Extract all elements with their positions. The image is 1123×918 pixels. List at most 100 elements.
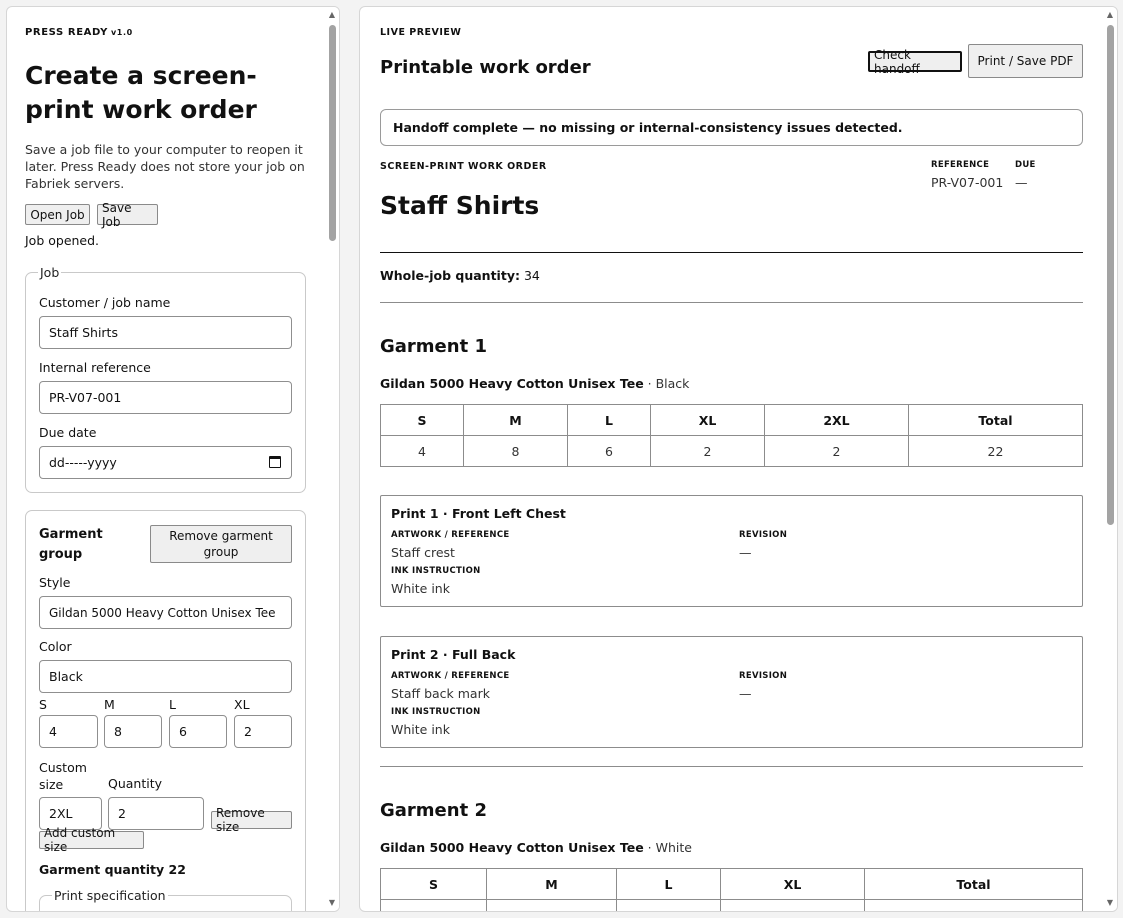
color-label: Color <box>39 639 72 654</box>
reference-meta-label: REFERENCE <box>931 160 990 170</box>
revision-label: REVISION <box>739 530 788 540</box>
custom-quantity-label: Quantity <box>108 776 163 791</box>
quantity-label: Whole-job quantity: <box>380 268 520 283</box>
open-job-button[interactable]: Open Job <box>25 204 90 225</box>
garment-1-size-table: S M L XL 2XL Total 4 8 6 2 2 22 <box>380 404 1083 467</box>
ink-label: INK INSTRUCTION <box>391 566 481 576</box>
preview-heading: Printable work order <box>380 57 591 78</box>
garment-2-size-table: S M L XL Total <box>380 868 1083 911</box>
table-cell: 2 <box>764 435 909 467</box>
table-row: 4 8 6 2 2 22 <box>380 435 1083 467</box>
garment-2-heading: Garment 2 <box>380 800 487 821</box>
print-card: Print 2 · Full Back ARTWORK / REFERENCE … <box>380 636 1083 748</box>
reference-input[interactable]: PR-V07-001 <box>39 381 292 414</box>
app-version: v1.0 <box>110 28 133 37</box>
scroll-down-icon[interactable]: ▼ <box>327 898 337 908</box>
size-s-input[interactable]: 4 <box>39 715 98 748</box>
table-cell <box>616 899 721 911</box>
due-date-input[interactable]: dd-----yyyy <box>39 446 292 479</box>
check-handoff-button[interactable]: Check handoff <box>868 48 962 76</box>
artwork-value: Staff back mark <box>391 686 490 701</box>
revision-label: REVISION <box>739 671 788 681</box>
table-cell <box>486 899 617 911</box>
right-scrollbar[interactable]: ▲ ▼ <box>1103 7 1117 911</box>
reference-label: Internal reference <box>39 360 151 375</box>
title-divider <box>380 252 1083 253</box>
table-cell <box>380 899 487 911</box>
scroll-up-icon[interactable]: ▲ <box>1105 10 1115 20</box>
garment-divider <box>380 766 1083 767</box>
size-m-input[interactable]: 8 <box>104 715 162 748</box>
quantity-value: 34 <box>523 268 540 283</box>
reference-meta-value: PR-V07-001 <box>931 175 1004 190</box>
due-meta-label: DUE <box>1015 160 1036 170</box>
garment-1-style-name: Gildan 5000 Heavy Cotton Unisex Tee <box>380 376 644 391</box>
page-title: Create a screen-print work order <box>25 61 257 124</box>
table-header-cell: S <box>380 404 464 436</box>
artwork-label: ARTWORK / REFERENCE <box>391 530 510 540</box>
table-header-cell: Total <box>908 404 1083 436</box>
due-date-placeholder: dd-----yyyy <box>49 455 117 470</box>
ink-value: White ink <box>391 722 450 737</box>
table-cell: 22 <box>908 435 1083 467</box>
scroll-up-icon[interactable]: ▲ <box>327 10 337 20</box>
table-cell <box>720 899 865 911</box>
work-order-title: Staff Shirts <box>380 191 540 220</box>
table-cell: 2 <box>650 435 765 467</box>
print-spec-legend: Print specification <box>54 888 166 903</box>
ink-label: INK INSTRUCTION <box>391 707 481 717</box>
table-cell: 4 <box>380 435 464 467</box>
scroll-down-icon[interactable]: ▼ <box>1105 898 1115 908</box>
add-custom-size-button[interactable]: Add custom size <box>39 826 144 854</box>
whole-job-quantity: Whole-job quantity: 34 <box>380 268 540 283</box>
artwork-label: ARTWORK / REFERENCE <box>391 671 510 681</box>
app-name: PRESS READY v1.0 <box>25 27 133 38</box>
remove-size-button[interactable]: Remove size <box>211 806 292 834</box>
table-header-cell: Total <box>864 868 1083 900</box>
scrollbar-thumb[interactable] <box>1107 25 1114 525</box>
job-section-legend: Job <box>40 265 60 280</box>
garment-2-style-name: Gildan 5000 Heavy Cotton Unisex Tee <box>380 840 644 855</box>
table-header-cell: 2XL <box>764 404 909 436</box>
garment-group-title: Garment group <box>39 527 103 562</box>
color-input[interactable]: Black <box>39 660 292 693</box>
print-title: Print 2 · Full Back <box>391 647 516 662</box>
print-save-pdf-button[interactable]: Print / Save PDF <box>968 44 1083 78</box>
garment-1-heading: Garment 1 <box>380 336 487 357</box>
page-description: Save a job file to your computer to reop… <box>25 142 305 191</box>
size-m-label: M <box>104 697 115 712</box>
artwork-value: Staff crest <box>391 545 455 560</box>
table-header-row: S M L XL Total <box>380 868 1083 900</box>
save-job-button[interactable]: Save Job <box>97 201 158 229</box>
size-s-label: S <box>39 697 47 712</box>
garment-quantity-total: Garment quantity 22 <box>39 862 186 877</box>
preview-panel[interactable]: LIVE PREVIEW Printable work order Check … <box>359 6 1118 912</box>
table-header-cell: M <box>486 868 617 900</box>
due-date-label: Due date <box>39 425 97 440</box>
left-scrollbar[interactable]: ▲ ▼ <box>325 7 339 911</box>
custom-size-label: Custom size <box>39 760 87 792</box>
ink-value: White ink <box>391 581 450 596</box>
size-l-label: L <box>169 697 176 712</box>
editor-panel[interactable]: PRESS READY v1.0 Create a screen-print wo… <box>6 6 340 912</box>
table-header-row: S M L XL 2XL Total <box>380 404 1083 436</box>
table-header-cell: XL <box>650 404 765 436</box>
print-card: Print 1 · Front Left Chest ARTWORK / REF… <box>380 495 1083 607</box>
size-xl-input[interactable]: 2 <box>234 715 292 748</box>
style-label: Style <box>39 575 71 590</box>
job-status-message: Job opened. <box>25 233 100 248</box>
calendar-icon[interactable] <box>269 456 281 468</box>
size-l-input[interactable]: 6 <box>169 715 227 748</box>
revision-value: — <box>739 686 752 701</box>
table-header-cell: S <box>380 868 487 900</box>
handoff-status-notice: Handoff complete — no missing or interna… <box>380 109 1083 146</box>
scrollbar-thumb[interactable] <box>329 25 336 241</box>
style-input[interactable]: Gildan 5000 Heavy Cotton Unisex Tee <box>39 596 292 629</box>
table-row <box>380 899 1083 911</box>
table-cell <box>864 899 1083 911</box>
customer-input[interactable]: Staff Shirts <box>39 316 292 349</box>
due-meta-value: — <box>1015 175 1028 190</box>
table-header-cell: XL <box>720 868 865 900</box>
garment-2-style: Gildan 5000 Heavy Cotton Unisex Tee · Wh… <box>380 840 692 855</box>
remove-garment-group-button[interactable]: Remove garment group <box>150 525 292 563</box>
